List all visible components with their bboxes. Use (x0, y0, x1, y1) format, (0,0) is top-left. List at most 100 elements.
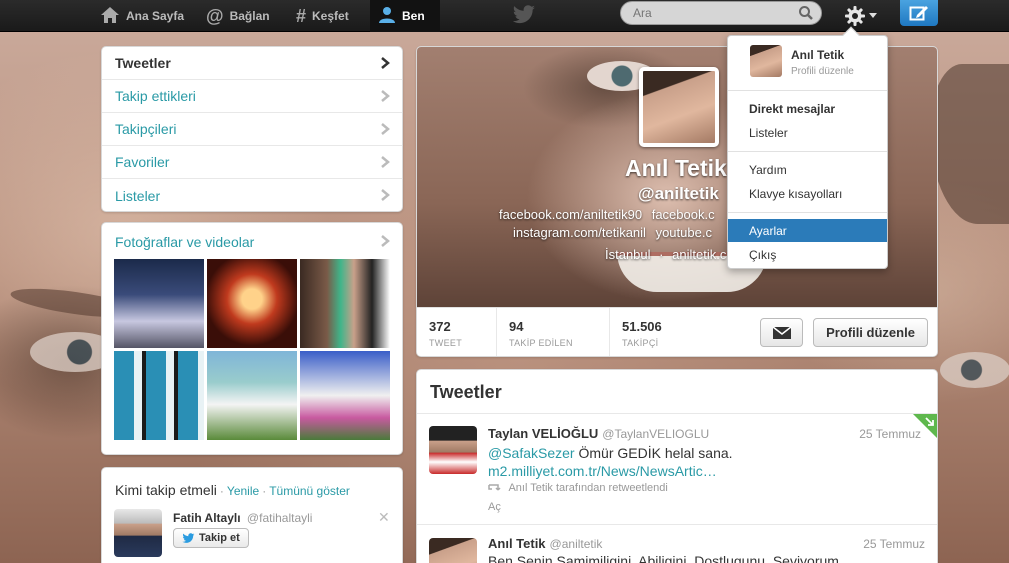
stat-tweets-count: 372 (429, 319, 451, 334)
profile-handle: @aniltetik (638, 184, 719, 203)
menu-item-lists[interactable]: Listeler (728, 121, 887, 144)
menu-divider (728, 90, 887, 91)
menu-item-logout[interactable]: Çıkış (728, 243, 887, 266)
photos-videos-title: Fotoğraflar ve videolar (115, 234, 255, 250)
direct-message-button[interactable] (760, 318, 803, 347)
top-navigation-bar: Ana Sayfa @ Bağlan # Keşfet Ben (0, 0, 1009, 32)
menu-item-direct-messages[interactable]: Direkt mesajlar (728, 97, 887, 120)
follow-button[interactable]: Takip et (173, 528, 249, 548)
tweet-mention-link[interactable]: @SafakSezer (488, 445, 575, 461)
nav-discover[interactable]: # Keşfet (288, 0, 357, 32)
retweet-arrow-icon (925, 417, 934, 426)
nav-lists[interactable]: Listeler (102, 179, 402, 211)
search-icon[interactable] (798, 5, 814, 21)
nav-followers[interactable]: Takipçileri (102, 113, 402, 146)
nav-connect[interactable]: @ Bağlan (198, 0, 278, 32)
photo-thumbnail[interactable] (114, 259, 204, 348)
nav-followers-label: Takipçileri (115, 121, 177, 137)
menu-item-settings[interactable]: Ayarlar (728, 219, 887, 242)
tweet-author-avatar[interactable] (429, 426, 477, 474)
tweets-stream-module: Tweetler Taylan VELİOĞLU @TaylanVELIOGLU … (416, 369, 938, 563)
follow-button-label: Takip et (199, 532, 240, 544)
nav-me[interactable]: Ben (370, 0, 440, 32)
refresh-link[interactable]: Yenile (227, 484, 259, 498)
photos-videos-module: Fotoğraflar ve videolar (101, 222, 403, 455)
profile-website[interactable]: aniltetik.c (672, 247, 726, 262)
view-all-link[interactable]: Tümünü göster (269, 484, 350, 498)
settings-menu-button[interactable] (835, 0, 885, 32)
stat-following[interactable]: 94 TAKİP EDİLEN (497, 308, 610, 356)
tweet-author-name[interactable]: Anıl Tetik (488, 536, 546, 551)
nav-following-label: Takip ettikleri (115, 88, 196, 104)
nav-favorites-label: Favoriler (115, 154, 170, 170)
twitter-bird-icon (182, 532, 195, 543)
nav-discover-label: Keşfet (312, 9, 349, 23)
nav-following[interactable]: Takip ettikleri (102, 80, 402, 113)
tweets-stream-title: Tweetler (417, 370, 937, 414)
edit-profile-button[interactable]: Profili düzenle (813, 318, 928, 347)
photo-thumbnail[interactable] (300, 351, 390, 440)
location-separator: · (659, 247, 664, 262)
suggestion-avatar[interactable] (114, 509, 162, 557)
nav-home[interactable]: Ana Sayfa (92, 0, 192, 32)
chevron-right-icon (381, 90, 390, 102)
profile-location: İstanbul (605, 247, 651, 262)
profile-nav-module: Tweetler Takip ettikleri Takipçileri Fav… (101, 46, 403, 212)
tweet-item[interactable]: Anıl Tetik @aniltetik 25 Temmuz Ben Senin… (417, 526, 937, 563)
tweet-expand-link[interactable]: Aç (488, 501, 501, 513)
dropdown-avatar (750, 45, 782, 77)
tweet-author-name[interactable]: Taylan VELİOĞLU (488, 426, 598, 441)
profile-avatar[interactable] (639, 67, 719, 147)
profile-link-youtube[interactable]: youtube.c (656, 225, 712, 240)
settings-dropdown-menu: Anıl Tetik Profili düzenle Direkt mesajl… (727, 26, 888, 269)
photo-thumbnail[interactable] (207, 259, 297, 348)
profile-link-facebook-2[interactable]: facebook.c (652, 207, 715, 222)
photo-thumbnail[interactable] (207, 351, 297, 440)
tweet-timestamp[interactable]: 25 Temmuz (859, 427, 921, 441)
search-input[interactable] (620, 1, 822, 25)
photo-thumbnail[interactable] (114, 351, 204, 440)
dropdown-user-subtitle: Profili düzenle (791, 66, 854, 77)
menu-item-keyboard-shortcuts[interactable]: Klavye kısayolları (728, 182, 887, 205)
tweet-author-handle: @TaylanVELIOGLU (602, 427, 710, 441)
nav-connect-label: Bağlan (229, 9, 270, 23)
stat-followers[interactable]: 51.506 TAKİPÇİ (610, 308, 720, 356)
retweet-attribution[interactable]: Anıl Tetik tarafından retweetlendi (508, 482, 667, 494)
tweet-url-link[interactable]: m2.milliyet.com.tr/News/NewsArtic… (488, 463, 717, 479)
nav-lists-label: Listeler (115, 187, 161, 204)
stat-followers-label: TAKİPÇİ (622, 338, 659, 348)
stat-tweets-label: TWEET (429, 338, 462, 348)
hashtag-icon: # (296, 6, 307, 26)
dropdown-user-name: Anıl Tetik (791, 48, 845, 62)
separator-dot: · (262, 484, 267, 498)
twitter-bird-icon[interactable] (512, 4, 536, 26)
profile-link-instagram[interactable]: instagram.com/tetikanil (513, 225, 646, 240)
envelope-icon (772, 325, 791, 339)
nav-tweets[interactable]: Tweetler (102, 47, 402, 80)
nav-tweets-label: Tweetler (115, 55, 171, 71)
tweet-timestamp[interactable]: 25 Temmuz (863, 537, 925, 551)
dismiss-icon[interactable]: ✕ (378, 509, 390, 526)
nav-favorites[interactable]: Favoriler (102, 146, 402, 179)
menu-item-help[interactable]: Yardım (728, 158, 887, 181)
chevron-right-icon (381, 156, 390, 168)
tweet-author-handle: @aniltetik (549, 537, 603, 551)
at-sign-icon: @ (206, 6, 224, 26)
compose-tweet-button[interactable] (900, 0, 938, 26)
suggestion-name[interactable]: Fatih Altaylı (173, 511, 241, 525)
tweet-body: Ben Senin Samimiligini, Abiligini, Dostl… (488, 553, 839, 563)
stat-following-label: TAKİP EDİLEN (509, 338, 573, 348)
profile-link-facebook[interactable]: facebook.com/aniltetik90 (499, 207, 642, 222)
stat-tweets[interactable]: 372 TWEET (417, 308, 497, 356)
chevron-right-icon (381, 57, 390, 69)
chevron-right-icon (381, 189, 390, 201)
photo-thumbnail[interactable] (300, 259, 390, 348)
tweet-author-avatar[interactable] (429, 538, 477, 563)
tweet-item[interactable]: Taylan VELİOĞLU @TaylanVELIOGLU 25 Temmuz… (417, 414, 937, 525)
compose-icon (909, 6, 928, 21)
photos-videos-header[interactable]: Fotoğraflar ve videolar (102, 223, 402, 259)
nav-me-label: Ben (402, 9, 425, 23)
person-icon (378, 6, 396, 27)
stat-followers-count: 51.506 (622, 319, 662, 334)
dropdown-user-profile[interactable]: Anıl Tetik Profili düzenle (728, 36, 887, 90)
